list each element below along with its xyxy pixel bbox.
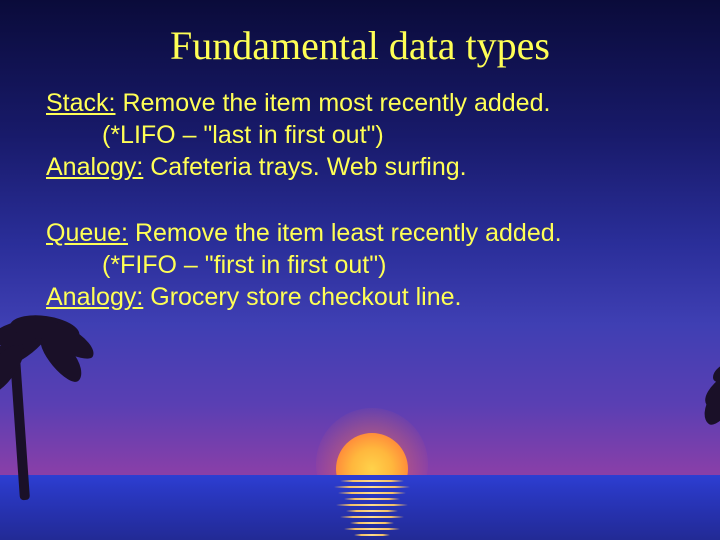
queue-analogy: Grocery store checkout line.: [150, 283, 461, 311]
slide: Fundamental data types Stack: Remove the…: [0, 0, 720, 540]
stack-analogy: Cafeteria trays. Web surfing.: [150, 153, 466, 181]
stack-analogy-label: Analogy:: [46, 153, 143, 181]
stack-label: Stack:: [46, 89, 115, 117]
queue-label: Queue:: [46, 219, 128, 247]
slide-title: Fundamental data types: [0, 0, 720, 69]
queue-analogy-label: Analogy:: [46, 283, 143, 311]
slide-body: Stack: Remove the item most recently add…: [0, 69, 720, 313]
queue-desc: Remove the item least recently added.: [135, 219, 562, 247]
queue-note: (*FIFO – "first in first out"): [46, 249, 386, 281]
water: [0, 475, 720, 540]
stack-desc: Remove the item most recently added.: [122, 89, 550, 117]
stack-note: (*LIFO – "last in first out"): [46, 119, 384, 151]
